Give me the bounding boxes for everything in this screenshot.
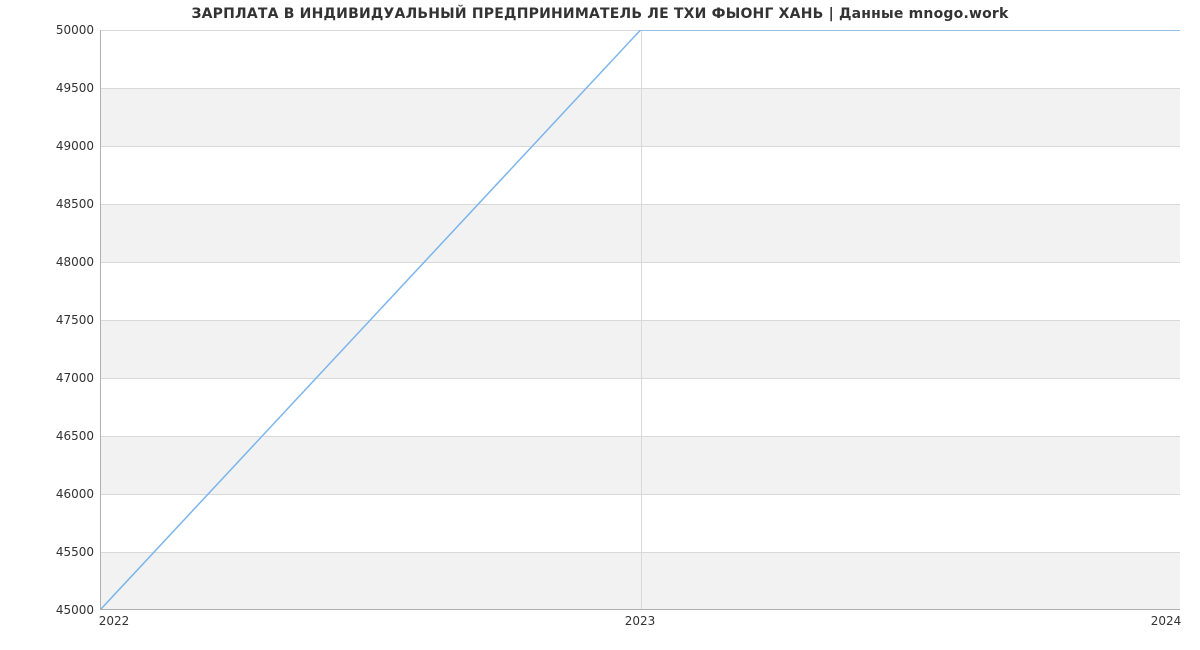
y-tick-label: 47000: [14, 371, 94, 385]
plot-area: [100, 30, 1180, 610]
y-tick-label: 47500: [14, 313, 94, 327]
chart-container: ЗАРПЛАТА В ИНДИВИДУАЛЬНЫЙ ПРЕДПРИНИМАТЕЛ…: [0, 0, 1200, 650]
x-tick-label: 2023: [625, 614, 656, 628]
x-tick-label: 2022: [99, 614, 130, 628]
y-tick-label: 48500: [14, 197, 94, 211]
chart-title: ЗАРПЛАТА В ИНДИВИДУАЛЬНЫЙ ПРЕДПРИНИМАТЕЛ…: [0, 6, 1200, 22]
y-tick-label: 45500: [14, 545, 94, 559]
series-line-layer: [101, 30, 1180, 609]
y-tick-label: 49000: [14, 139, 94, 153]
x-tick-label: 2024: [1151, 614, 1182, 628]
series-line: [101, 30, 1180, 609]
y-tick-label: 46500: [14, 429, 94, 443]
y-tick-label: 50000: [14, 23, 94, 37]
y-tick-label: 49500: [14, 81, 94, 95]
y-tick-label: 48000: [14, 255, 94, 269]
y-tick-label: 46000: [14, 487, 94, 501]
y-tick-label: 45000: [14, 603, 94, 617]
